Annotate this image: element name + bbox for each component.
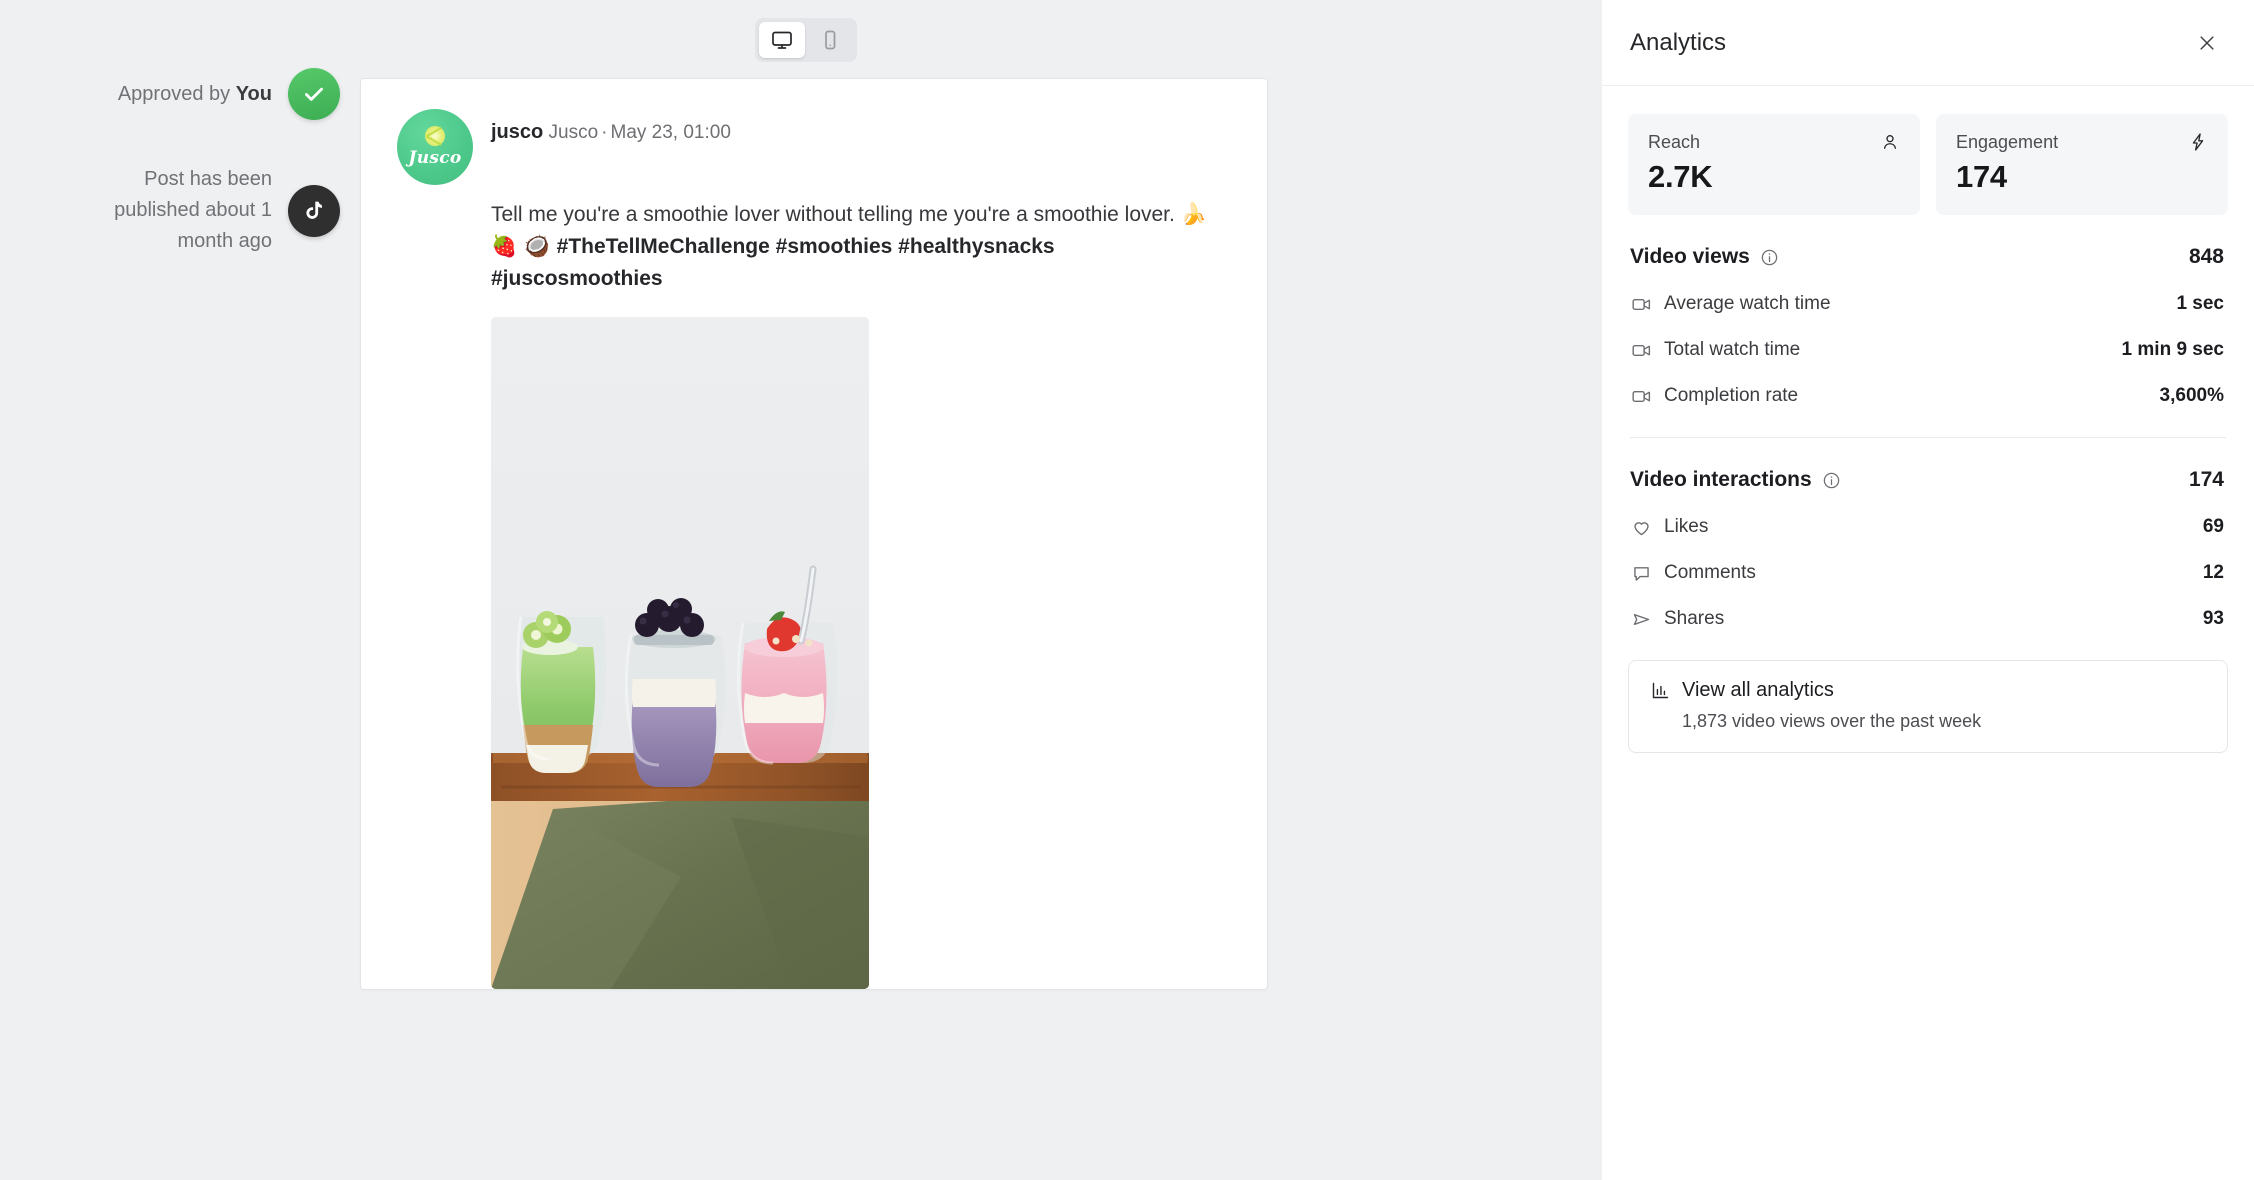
section-total-video-views: 848 [2188, 245, 2224, 268]
citrus-slice-icon [425, 126, 445, 146]
metric-label-shares: Shares [1664, 608, 1725, 629]
kpi-card-reach: Reach 2.7K [1628, 114, 1920, 215]
metric-label-total-watch-time: Total watch time [1664, 339, 1801, 360]
approval-status-row: Approved by You [0, 68, 340, 120]
post-display-name: Jusco [548, 122, 599, 143]
post-preview-card: Jusco jusco Jusco · May 23, 01:00 Tell me … [360, 78, 1268, 990]
close-icon [2200, 35, 2214, 50]
video-icon [1630, 385, 1652, 407]
bar-chart-icon [1649, 680, 1671, 702]
section-title-video-interactions: Video interactions [1630, 468, 1812, 491]
tiktok-badge [288, 184, 340, 237]
post-preview-area: Approved by You Post has been published … [0, 0, 1602, 1180]
share-icon [1630, 608, 1652, 630]
metric-row-likes: Likes 69 [1628, 516, 2228, 538]
analytics-panel-header: Analytics [1602, 0, 2254, 86]
metric-row-total-watch-time: Total watch time 1 min 9 sec [1628, 339, 2228, 361]
metric-value-total-watch-time: 1 min 9 sec [2121, 339, 2224, 360]
post-image[interactable] [491, 316, 869, 989]
smoothie-photo-illustration [491, 316, 869, 989]
section-video-interactions: Video interactions 174 Likes 69 Comments… [1628, 468, 2228, 630]
info-icon-video-interactions[interactable] [1822, 471, 1841, 490]
post-status-rail: Approved by You Post has been published … [0, 68, 340, 257]
heart-icon [1630, 516, 1652, 538]
section-header-video-views: Video views 848 [1628, 245, 2228, 269]
info-circle-icon [1761, 249, 1778, 265]
metric-value-likes: 69 [2202, 516, 2224, 537]
approval-prefix: Approved by [117, 82, 236, 105]
section-divider [1630, 437, 2226, 438]
metric-label-likes: Likes [1664, 516, 1709, 537]
view-all-analytics-card[interactable]: View all analytics 1,873 video views ove… [1628, 660, 2228, 753]
mobile-preview-button[interactable] [807, 22, 853, 58]
device-preview-toggle[interactable] [755, 18, 857, 62]
info-circle-icon [1823, 472, 1839, 488]
post-caption: Tell me you're a smoothie lover without … [491, 199, 1211, 295]
post-timestamp: May 23, 01:00 [610, 122, 731, 143]
kpi-value-reach: 2.7K [1648, 159, 1713, 194]
approval-status-text: Approved by You [118, 79, 272, 110]
kpi-label-reach: Reach [1648, 132, 1701, 152]
section-title-video-views: Video views [1630, 245, 1750, 268]
avatar: Jusco [397, 109, 473, 185]
person-icon [1883, 135, 1897, 149]
metric-row-average-watch-time: Average watch time 1 sec [1628, 293, 2228, 315]
analytics-panel: Analytics Reach 2.7K Engagement 174 Vide… [1602, 0, 2254, 1180]
section-video-views: Video views 848 Average watch time 1 sec… [1628, 245, 2228, 407]
kpi-label-engagement: Engagement [1956, 132, 2059, 152]
approval-actor: You [235, 82, 272, 105]
metric-value-average-watch-time: 1 sec [2176, 293, 2224, 314]
video-icon [1630, 293, 1652, 315]
meta-separator: · [601, 122, 608, 143]
metric-value-shares: 93 [2202, 608, 2224, 629]
metric-label-completion-rate: Completion rate [1664, 385, 1799, 406]
section-total-video-interactions: 174 [2188, 468, 2224, 491]
desktop-icon [772, 31, 792, 49]
desktop-preview-button[interactable] [759, 22, 805, 58]
metric-value-comments: 12 [2202, 562, 2224, 583]
panel-title: Analytics [1630, 28, 1727, 56]
metric-label-average-watch-time: Average watch time [1664, 293, 1831, 314]
app-root: Approved by You Post has been published … [0, 0, 2254, 1180]
view-all-analytics-subtitle: 1,873 video views over the past week [1682, 711, 1982, 731]
post-author-meta: jusco Jusco · May 23, 01:00 [491, 109, 731, 144]
info-icon-video-views[interactable] [1760, 248, 1779, 267]
video-icon [1630, 339, 1652, 361]
metric-row-comments: Comments 12 [1628, 562, 2228, 584]
kpi-value-engagement: 174 [1956, 159, 2007, 194]
metric-row-shares: Shares 93 [1628, 608, 2228, 630]
metric-value-completion-rate: 3,600% [2159, 385, 2224, 406]
published-status-row: Post has been published about 1 month ag… [0, 164, 340, 257]
comment-icon [1630, 562, 1652, 584]
post-header: Jusco jusco Jusco · May 23, 01:00 [397, 109, 1231, 185]
check-icon [305, 87, 323, 101]
post-handle[interactable]: jusco [491, 121, 543, 143]
avatar-brand-text: Jusco [408, 148, 462, 168]
lightning-icon [2192, 133, 2204, 151]
analytics-panel-body: Reach 2.7K Engagement 174 Video views 84… [1602, 86, 2254, 753]
metric-label-comments: Comments [1664, 562, 1756, 583]
caption-hashtags[interactable]: #TheTellMeChallenge #smoothies #healthys… [491, 235, 1055, 290]
published-status-text: Post has been published about 1 month ag… [114, 168, 272, 252]
view-all-analytics-title: View all analytics [1682, 679, 1834, 701]
close-panel-button[interactable] [2190, 26, 2224, 60]
kpi-card-engagement: Engagement 174 [1936, 114, 2228, 215]
caption-text: Tell me you're a smoothie lover without … [491, 203, 1181, 226]
section-header-video-interactions: Video interactions 174 [1628, 468, 2228, 492]
tiktok-icon [306, 201, 322, 219]
mobile-icon [825, 30, 836, 50]
kpi-row: Reach 2.7K Engagement 174 [1628, 114, 2228, 215]
metric-row-completion-rate: Completion rate 3,600% [1628, 385, 2228, 407]
approved-badge [288, 68, 340, 120]
